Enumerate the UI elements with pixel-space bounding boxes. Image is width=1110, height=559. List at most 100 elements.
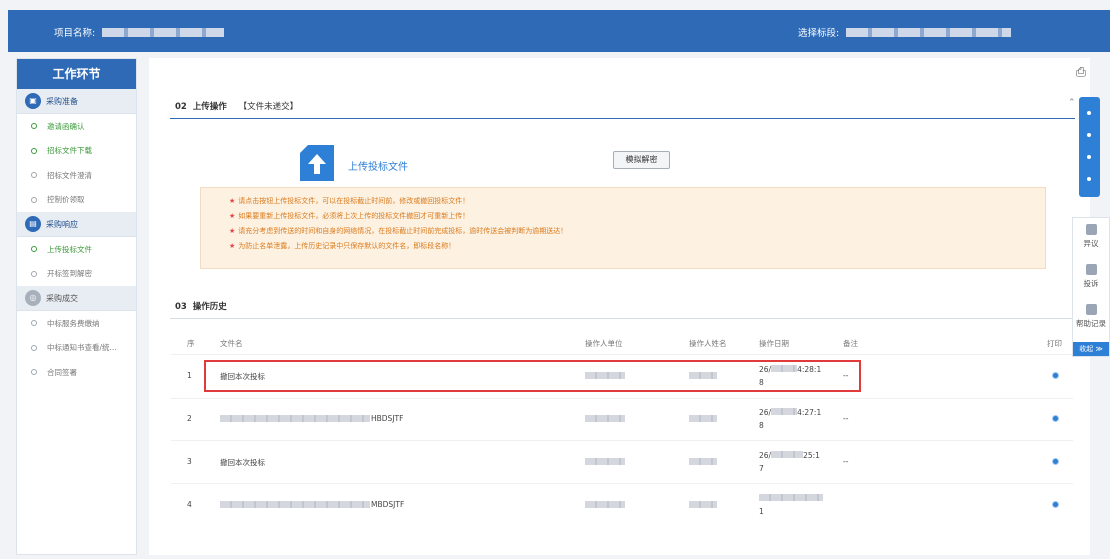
star-icon: ★ <box>229 197 236 205</box>
row-divider <box>171 483 1073 484</box>
column-header-operator: 操作人姓名 <box>689 339 727 348</box>
complaint-button[interactable]: 投诉 <box>1073 258 1109 298</box>
notice-line: ★ 请充分考虑到传送的时间和自身的网络情况，在投标截止时间前完成投标，逾时传送会被… <box>229 224 1045 239</box>
step-dot-icon <box>31 147 37 154</box>
sidebar-title: 工作环节 <box>17 59 136 89</box>
objection-label: 异议 <box>1083 239 1099 248</box>
print-row-icon[interactable] <box>1052 501 1059 508</box>
folder-icon: ▤ <box>25 216 41 232</box>
sidebar-item-label: 招标文件下载 <box>47 146 92 156</box>
complaint-label: 投诉 <box>1083 279 1099 288</box>
sidebar-group-respond[interactable]: ▤ 采购响应 <box>17 212 136 237</box>
nav-dot-icon[interactable] <box>1087 133 1091 137</box>
column-header-print: 打印 <box>1047 339 1062 348</box>
document-icon: ▣ <box>25 93 41 109</box>
objection-icon <box>1085 224 1097 235</box>
row-divider <box>171 398 1073 399</box>
calendar-icon <box>1085 304 1097 315</box>
print-row-icon[interactable] <box>1052 415 1059 422</box>
sidebar-item-label: 上传投标文件 <box>47 244 92 254</box>
help-record-label: 帮助记录 <box>1076 319 1106 328</box>
section-divider <box>170 318 1075 319</box>
sidebar-item-upload-bid[interactable]: 上传投标文件 <box>17 237 136 262</box>
redacted-filename <box>220 415 370 422</box>
redacted-org <box>585 501 625 508</box>
star-icon: ★ <box>229 212 236 220</box>
column-header-index: 序 <box>187 339 195 348</box>
row-divider <box>171 354 1073 355</box>
sidebar-item-award-notice[interactable]: 中标通知书查看/统... <box>17 336 136 361</box>
redacted-operator <box>689 458 717 465</box>
sidebar-item-label: 中标通知书查看/统... <box>47 343 117 353</box>
date-part: 25:1 <box>803 451 820 460</box>
sidebar-item-contract-sign[interactable]: 合同签署 <box>17 360 136 385</box>
step-dot-icon <box>31 123 37 130</box>
simulate-decrypt-button[interactable]: 模拟解密 <box>613 151 670 169</box>
nav-dot-icon[interactable] <box>1087 111 1091 115</box>
step-dot-icon <box>31 246 37 253</box>
redacted-filename <box>220 501 370 508</box>
file-status: 【文件未递交】 <box>238 102 299 112</box>
upload-bid-file-link[interactable]: 上传投标文件 <box>348 158 408 173</box>
star-icon: ★ <box>229 227 236 235</box>
sidebar-item-tender-clarify[interactable]: 招标文件澄清 <box>17 163 136 188</box>
sidebar-group-label: 采购准备 <box>46 96 78 106</box>
project-name-label: 项目名称: <box>54 28 96 39</box>
section-selector-value-redacted[interactable] <box>846 28 1012 37</box>
redacted-date <box>771 408 798 415</box>
sidebar-group-deal[interactable]: ◎ 采购成交 <box>17 286 136 311</box>
section-number: 03 <box>175 302 187 312</box>
step-dot-icon <box>31 270 37 277</box>
sidebar-item-price-collect[interactable]: 控制价领取 <box>17 188 136 213</box>
sidebar-item-label: 开标签到解密 <box>47 269 92 279</box>
sidebar-item-signin-decrypt[interactable]: 开标签到解密 <box>17 262 136 287</box>
collapse-chevron-icon[interactable]: ⌃ <box>1068 98 1076 108</box>
sidebar-group-prepare[interactable]: ▣ 采购准备 <box>17 89 136 114</box>
date-part: 4:27:1 <box>797 408 822 417</box>
sidebar-group-label: 采购响应 <box>46 219 78 229</box>
sidebar-item-label: 邀请函确认 <box>47 121 85 131</box>
row-filename: MBDSJTF <box>371 500 405 509</box>
print-row-icon[interactable] <box>1052 372 1059 379</box>
redacted-date <box>771 451 804 458</box>
sidebar-item-tender-download[interactable]: 招标文件下载 <box>17 139 136 164</box>
help-record-button[interactable]: 帮助记录 <box>1073 298 1109 338</box>
project-name: 项目名称: <box>54 25 225 39</box>
step-dot-icon <box>31 369 37 376</box>
sidebar-item-label: 中标服务费缴纳 <box>47 318 100 328</box>
row-index: 3 <box>187 457 192 466</box>
column-header-remark: 备注 <box>843 339 858 348</box>
upload-arrow-icon[interactable] <box>300 145 334 181</box>
nav-dot-icon[interactable] <box>1087 177 1091 181</box>
upload-section-title: 02 上传操作 【文件未递交】 <box>175 100 298 112</box>
history-section-title: 03 操作历史 <box>175 300 227 312</box>
redacted-operator <box>689 415 717 422</box>
highlight-box <box>204 360 861 392</box>
row-date-tail: 7 <box>759 464 764 473</box>
row-date: 26/25:1 <box>759 451 820 460</box>
notice-line: ★ 为防止名单泄露，上传历史记录中只保存默认的文件名，即标段名称！ <box>229 239 1045 254</box>
star-icon: ★ <box>229 242 236 250</box>
project-name-value-redacted <box>102 28 225 37</box>
section-number: 02 <box>175 102 187 112</box>
section-selector[interactable]: 选择标段: <box>798 25 1012 39</box>
printer-icon[interactable]: ⎙ <box>1072 64 1090 82</box>
shield-icon <box>1085 264 1097 275</box>
row-filename: 撤回本次投标 <box>220 458 265 467</box>
section-title-text: 操作历史 <box>192 302 227 312</box>
sidebar-item-service-fee[interactable]: 中标服务费缴纳 <box>17 311 136 336</box>
row-index: 1 <box>187 371 192 380</box>
objection-button[interactable]: 异议 <box>1073 218 1109 258</box>
collapse-panel-button[interactable]: 收起 ≫ <box>1073 342 1109 356</box>
sidebar-item-label: 控制价领取 <box>47 195 85 205</box>
print-row-icon[interactable] <box>1052 458 1059 465</box>
column-header-filename: 文件名 <box>220 339 243 348</box>
nav-dot-icon[interactable] <box>1087 155 1091 159</box>
column-header-date: 操作日期 <box>759 339 789 348</box>
row-remark: -- <box>843 414 849 423</box>
sidebar-group-label: 采购成交 <box>46 293 78 303</box>
quick-nav-rail[interactable] <box>1079 97 1100 197</box>
sidebar-item-invitation-confirm[interactable]: 邀请函确认 <box>17 114 136 139</box>
row-divider <box>171 440 1073 441</box>
notice-box: ★ 请点击按钮上传投标文件，可以在投标截止时间前，修改或撤回投标文件！ ★ 如果要重… <box>200 187 1046 269</box>
